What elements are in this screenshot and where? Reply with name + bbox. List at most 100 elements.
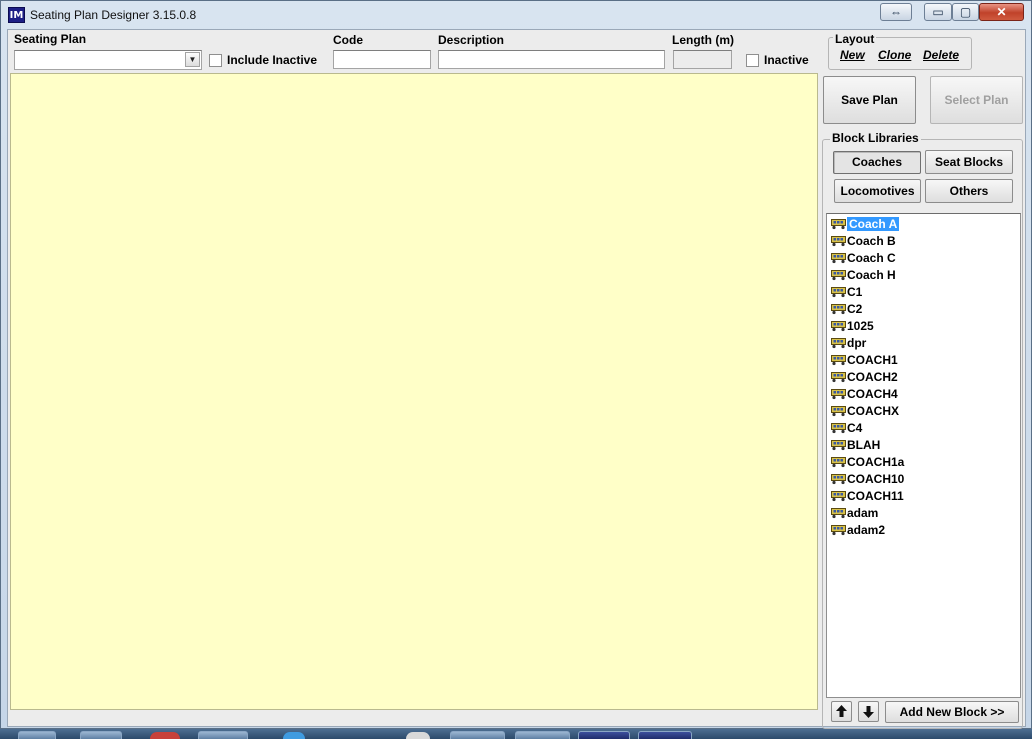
layout-title: Layout — [833, 32, 877, 46]
length-input[interactable] — [673, 50, 732, 69]
close-icon: ✕ — [996, 5, 1007, 19]
save-plan-button[interactable]: Save Plan — [823, 76, 916, 124]
seating-plan-dropdown[interactable]: ▼ — [14, 50, 202, 70]
include-inactive-label: Include Inactive — [227, 53, 318, 67]
coach-block-icon — [831, 219, 846, 230]
block-list[interactable]: Coach A Coach B Coach C Coach H C1 C2 1025 dpr C… — [826, 213, 1021, 698]
window-title: Seating Plan Designer 3.15.0.8 — [30, 8, 197, 22]
coach-block-icon — [831, 304, 846, 315]
clone-layout-link[interactable]: Clone — [878, 48, 911, 62]
block-list-item[interactable]: adam — [831, 505, 1017, 522]
add-new-block-button[interactable]: Add New Block >> — [885, 701, 1019, 723]
block-list-item[interactable]: COACH1a — [831, 454, 1017, 471]
taskbar-item[interactable] — [198, 731, 248, 739]
dropdown-arrow-icon[interactable]: ▼ — [185, 52, 200, 67]
coaches-tab-button[interactable]: Coaches — [833, 151, 921, 174]
block-list-item-label: C1 — [847, 285, 863, 299]
block-list-item[interactable]: C1 — [831, 284, 1017, 301]
app-window: IM Seating Plan Designer 3.15.0.8 ⇔ ▭ ▢ … — [0, 0, 1032, 729]
block-list-item[interactable]: Coach C — [831, 250, 1017, 267]
block-list-item-label: C2 — [847, 302, 863, 316]
others-tab-button[interactable]: Others — [925, 179, 1013, 203]
block-list-item[interactable]: COACHX — [831, 403, 1017, 420]
coach-block-icon — [831, 457, 846, 468]
block-list-item[interactable]: COACH1 — [831, 352, 1017, 369]
block-list-item-label: adam2 — [847, 523, 886, 537]
coach-block-icon — [831, 474, 846, 485]
include-inactive-checkbox[interactable] — [209, 54, 222, 67]
arrow-down-icon — [863, 706, 874, 718]
block-list-item[interactable]: COACH10 — [831, 471, 1017, 488]
seating-plan-label: Seating Plan — [14, 32, 87, 46]
taskbar-media-icon[interactable] — [406, 732, 430, 739]
block-list-item-label: Coach A — [847, 217, 900, 231]
block-list-item[interactable]: Coach B — [831, 233, 1017, 250]
taskbar-item[interactable] — [515, 731, 570, 739]
block-list-item[interactable]: COACH11 — [831, 488, 1017, 505]
code-label: Code — [333, 33, 363, 47]
taskbar-app-item[interactable] — [578, 731, 630, 739]
block-list-item-label: Coach B — [847, 234, 896, 248]
coach-block-icon — [831, 270, 846, 281]
block-list-item-label: COACH2 — [847, 370, 898, 384]
taskbar-globe-icon[interactable] — [283, 732, 305, 739]
coach-block-icon — [831, 338, 846, 349]
main-panel: Seating Plan ▼ Include Inactive Code Des… — [7, 29, 1026, 729]
taskbar-item[interactable] — [18, 731, 56, 739]
block-list-item[interactable]: COACH4 — [831, 386, 1017, 403]
arrow-up-icon — [836, 705, 847, 717]
seat-blocks-tab-button[interactable]: Seat Blocks — [925, 150, 1013, 174]
coach-block-icon — [831, 525, 846, 536]
block-list-item-label: Coach C — [847, 251, 896, 265]
close-button[interactable]: ✕ — [979, 3, 1024, 21]
maximize-button[interactable]: ▢ — [952, 3, 979, 21]
block-list-item-label: Coach H — [847, 268, 896, 282]
description-label: Description — [438, 33, 505, 47]
seating-plan-canvas[interactable] — [10, 73, 818, 710]
block-list-item[interactable]: C2 — [831, 301, 1017, 318]
new-layout-link[interactable]: New — [840, 48, 865, 62]
block-list-item[interactable]: dpr — [831, 335, 1017, 352]
switch-arrows-icon: ⇔ — [890, 5, 902, 19]
coach-block-icon — [831, 287, 846, 298]
taskbar-item[interactable] — [450, 731, 505, 739]
switch-window-button[interactable]: ⇔ — [880, 3, 912, 21]
block-list-item-label: dpr — [847, 336, 867, 350]
block-list-item-label: COACH1 — [847, 353, 898, 367]
block-list-item[interactable]: Coach H — [831, 267, 1017, 284]
maximize-icon: ▢ — [959, 5, 972, 19]
block-list-item[interactable]: C4 — [831, 420, 1017, 437]
coach-block-icon — [831, 491, 846, 502]
taskbar — [0, 729, 1032, 739]
block-list-item-label: 1025 — [847, 319, 874, 333]
block-list-item[interactable]: COACH2 — [831, 369, 1017, 386]
block-list-item[interactable]: 1025 — [831, 318, 1017, 335]
move-down-button[interactable] — [858, 701, 879, 722]
inactive-checkbox[interactable] — [746, 54, 759, 67]
coach-block-icon — [831, 440, 846, 451]
coach-block-icon — [831, 389, 846, 400]
locomotives-tab-button[interactable]: Locomotives — [834, 179, 921, 203]
taskbar-browser-icon[interactable] — [150, 732, 180, 739]
select-plan-button[interactable]: Select Plan — [930, 76, 1023, 124]
length-label: Length (m) — [672, 33, 734, 47]
coach-block-icon — [831, 406, 846, 417]
taskbar-app-item[interactable] — [638, 731, 692, 739]
code-input[interactable] — [333, 50, 431, 69]
title-bar[interactable]: IM Seating Plan Designer 3.15.0.8 ⇔ ▭ ▢ … — [1, 1, 1031, 29]
coach-block-icon — [831, 253, 846, 264]
block-list-item[interactable]: BLAH — [831, 437, 1017, 454]
block-list-item-label: adam — [847, 506, 879, 520]
move-up-button[interactable] — [831, 701, 852, 722]
delete-layout-link[interactable]: Delete — [923, 48, 959, 62]
taskbar-item[interactable] — [80, 731, 122, 739]
block-list-item[interactable]: Coach A — [831, 216, 1017, 233]
app-icon: IM — [8, 7, 25, 23]
block-list-item-label: COACH10 — [847, 472, 905, 486]
block-list-item[interactable]: adam2 — [831, 522, 1017, 539]
block-list-item-label: COACHX — [847, 404, 900, 418]
description-input[interactable] — [438, 50, 665, 69]
coach-block-icon — [831, 423, 846, 434]
minimize-button[interactable]: ▭ — [924, 3, 952, 21]
coach-block-icon — [831, 236, 846, 247]
